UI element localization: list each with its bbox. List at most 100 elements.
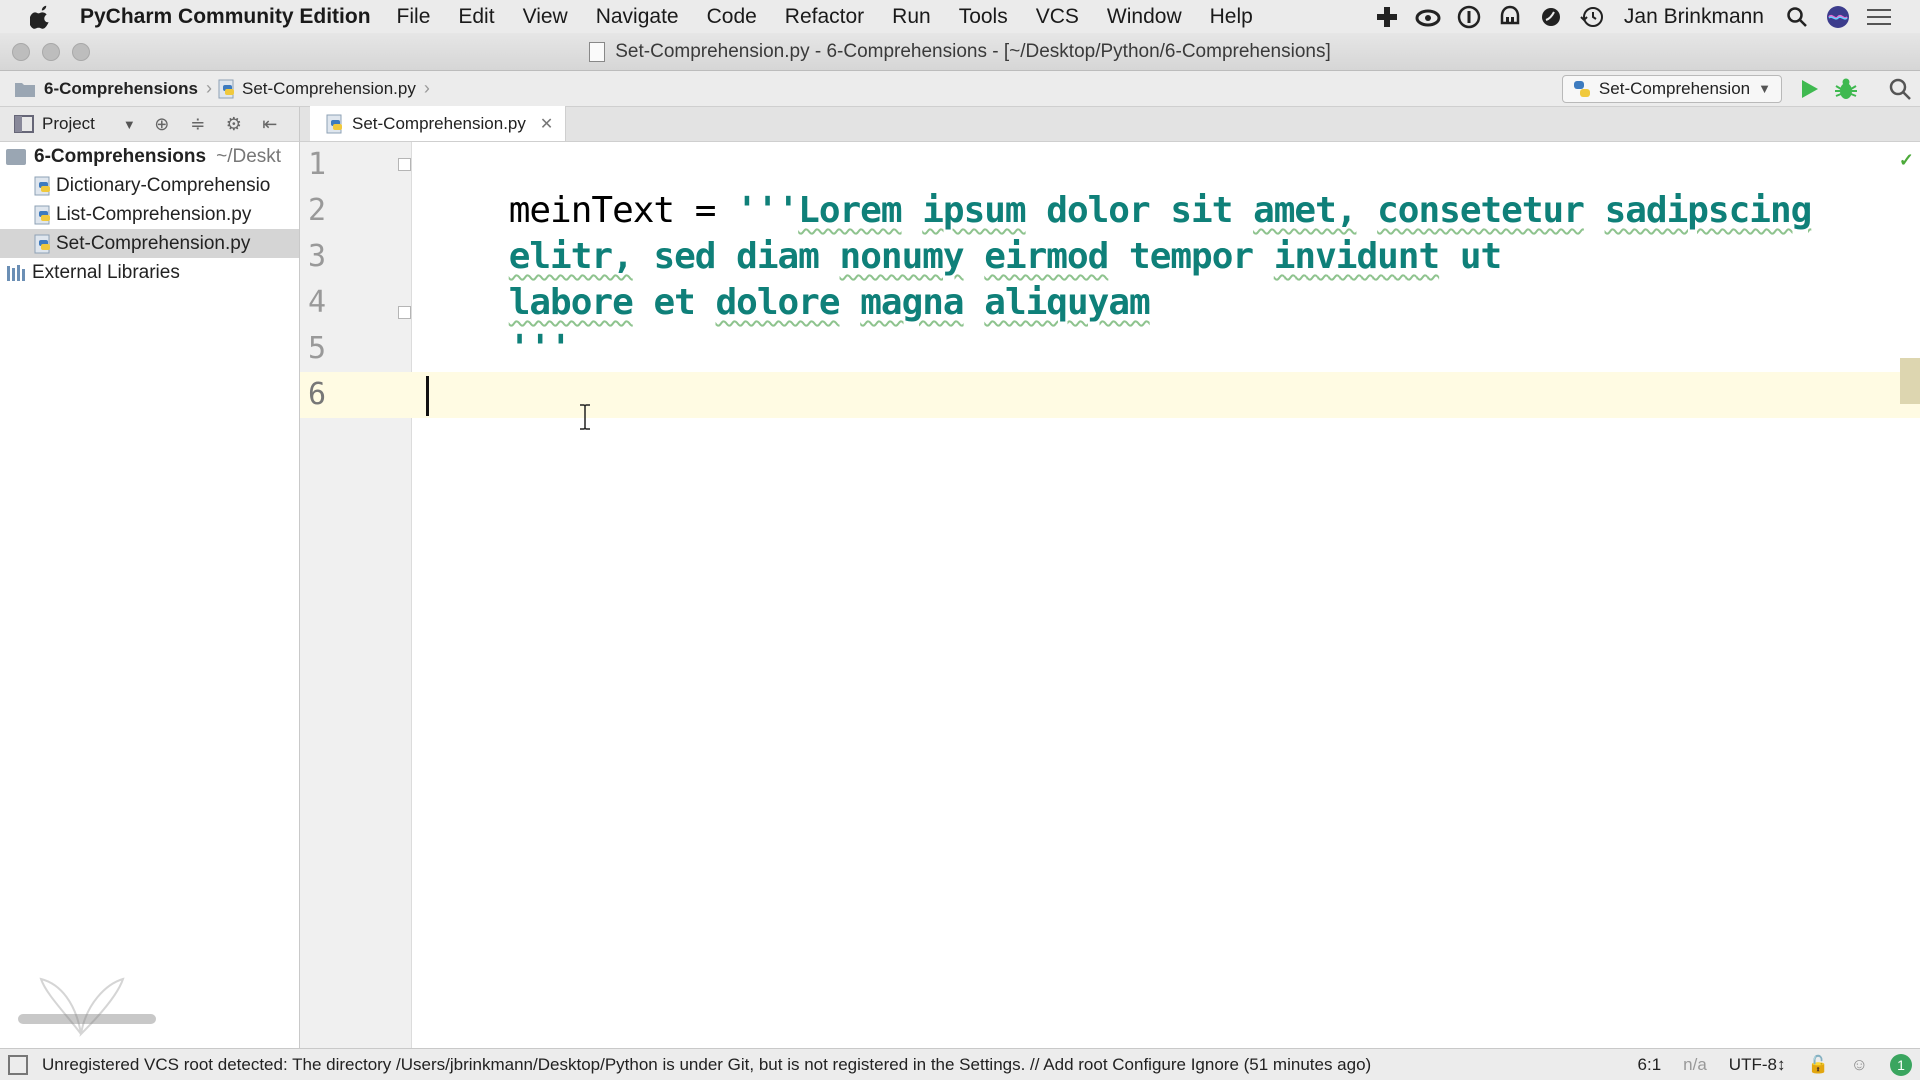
caret-line-highlight	[412, 372, 1920, 418]
python-file-icon	[34, 176, 50, 195]
close-window-button[interactable]	[12, 43, 30, 61]
password-manager-icon[interactable]	[1456, 4, 1482, 30]
settings-gear-icon[interactable]: ⚙	[224, 114, 244, 134]
line-number: 2	[308, 193, 327, 228]
notification-center-icon[interactable]	[1866, 4, 1892, 30]
fold-marker-icon[interactable]	[398, 158, 411, 171]
siri-icon[interactable]	[1825, 4, 1851, 30]
status-bar: Unregistered VCS root detected: The dire…	[0, 1048, 1920, 1080]
line-number: 5	[308, 331, 327, 366]
zoom-window-button[interactable]	[72, 43, 90, 61]
menu-edit[interactable]: Edit	[458, 5, 494, 29]
vpn-icon[interactable]	[1538, 4, 1564, 30]
code-line-3: labore et dolore magna aliquyam	[426, 234, 1151, 323]
breadcrumb: 6-Comprehensions › Set-Comprehension.py …	[14, 78, 436, 99]
line-number-current: 6	[300, 372, 412, 418]
caret-position[interactable]: 6:1	[1638, 1055, 1662, 1075]
menu-refactor[interactable]: Refactor	[785, 5, 864, 29]
python-icon	[1573, 80, 1590, 97]
file-name: List-Comprehension.py	[56, 203, 252, 225]
run-configuration-dropdown[interactable]: Set-Comprehension ▼	[1561, 74, 1782, 103]
editor-gutter: 1 2 3 4 5 6	[300, 142, 412, 1048]
chevron-down-icon: ▼	[1758, 81, 1771, 96]
menu-vcs[interactable]: VCS	[1036, 5, 1079, 29]
tab-set-comprehension[interactable]: Set-Comprehension.py ✕	[310, 106, 567, 141]
locate-file-icon[interactable]: ⊕	[152, 114, 172, 134]
python-file-icon	[34, 205, 50, 224]
window-title-bar: Set-Comprehension.py - 6-Comprehensions …	[0, 33, 1920, 71]
file-name: Dictionary-Comprehensio	[56, 174, 271, 196]
python-file-icon	[218, 79, 234, 98]
folder-icon	[15, 82, 35, 97]
breadcrumb-file[interactable]: Set-Comprehension.py	[242, 79, 416, 99]
event-log-badge[interactable]: 1	[1890, 1053, 1912, 1076]
tree-file-list-comprehension[interactable]: List-Comprehension.py	[0, 200, 299, 229]
status-bar-widgets: 6:1 n/a UTF-8↕ 🔓 ☺ 1	[1638, 1053, 1920, 1076]
python-file-icon	[34, 234, 50, 253]
collapse-all-icon[interactable]: ≑	[188, 114, 208, 134]
apple-icon[interactable]	[30, 5, 52, 29]
code-word: dolore	[715, 282, 840, 323]
chevron-down-icon[interactable]: ▼	[123, 117, 136, 132]
menu-tools[interactable]: Tools	[959, 5, 1008, 29]
close-tab-icon[interactable]: ✕	[540, 114, 553, 134]
menu-code[interactable]: Code	[707, 5, 757, 29]
project-tool-window-header: Project ▼ ⊕ ≑ ⚙ ⇤	[0, 107, 300, 142]
tree-file-dictionary-comprehension[interactable]: Dictionary-Comprehensio	[0, 171, 299, 200]
menu-bar-extras: Jan Brinkmann	[1374, 0, 1920, 33]
line-number: 3	[308, 239, 327, 274]
inspector-icon[interactable]: ☺	[1851, 1055, 1868, 1075]
debug-icon[interactable]	[1834, 77, 1858, 101]
text-cursor	[426, 376, 429, 416]
scrollbar-caret-marker[interactable]	[1900, 358, 1920, 404]
code-word: invidunt	[1273, 236, 1440, 277]
add-icon[interactable]	[1374, 4, 1400, 30]
run-icon[interactable]	[1798, 78, 1820, 100]
menu-run[interactable]: Run	[892, 5, 931, 29]
project-view-selector[interactable]: Project	[42, 114, 95, 134]
search-everywhere-icon[interactable]	[1888, 77, 1912, 101]
creative-cloud-icon[interactable]	[1415, 4, 1441, 30]
editor-tabs: Set-Comprehension.py ✕	[300, 106, 1920, 142]
file-encoding[interactable]: UTF-8↕	[1729, 1055, 1786, 1075]
python-file-icon	[326, 114, 342, 133]
breadcrumb-project[interactable]: 6-Comprehensions	[44, 79, 198, 99]
menu-window[interactable]: Window	[1107, 5, 1182, 29]
line-separator[interactable]: n/a	[1683, 1055, 1707, 1075]
menu-file[interactable]: File	[397, 5, 431, 29]
time-machine-icon[interactable]	[1579, 4, 1605, 30]
chevron-right-icon: ›	[423, 78, 430, 98]
menu-view[interactable]: View	[523, 5, 568, 29]
code-line-4: '''	[426, 280, 572, 369]
app-menu[interactable]: PyCharm Community Edition	[80, 5, 371, 29]
spotlight-search-icon[interactable]	[1784, 4, 1810, 30]
code-word: sadipscing	[1604, 190, 1813, 231]
inspection-ok-icon[interactable]: ✓	[1899, 150, 1914, 171]
current-user[interactable]: Jan Brinkmann	[1624, 5, 1764, 29]
minimize-window-button[interactable]	[42, 43, 60, 61]
project-view-icon	[14, 115, 34, 133]
fold-marker-icon[interactable]	[398, 306, 411, 319]
run-configuration-name: Set-Comprehension	[1598, 78, 1751, 98]
notification-icon[interactable]	[1497, 4, 1523, 30]
document-icon	[589, 41, 606, 62]
hide-panel-icon[interactable]: ⇤	[260, 114, 280, 134]
code-line-2: elitr, sed diam nonumy eirmod tempor inv…	[426, 188, 1502, 277]
line-number: 4	[308, 285, 327, 320]
folder-icon	[6, 148, 26, 165]
tool-windows-toggle-icon[interactable]	[8, 1054, 28, 1075]
external-libraries-label: External Libraries	[32, 261, 180, 283]
ibeam-cursor-icon	[580, 404, 590, 430]
file-name: Set-Comprehension.py	[56, 232, 251, 254]
tree-file-set-comprehension[interactable]: Set-Comprehension.py	[0, 229, 299, 258]
code-editor[interactable]: meinText = '''Lorem ipsum dolor sit amet…	[412, 142, 1920, 1048]
menu-help[interactable]: Help	[1210, 5, 1253, 29]
menu-navigate[interactable]: Navigate	[596, 5, 679, 29]
vcs-notification-message[interactable]: Unregistered VCS root detected: The dire…	[42, 1055, 1371, 1075]
root-folder-path: ~/Deskt	[216, 145, 282, 167]
tree-external-libraries[interactable]: External Libraries	[0, 258, 299, 287]
lock-icon[interactable]: 🔓	[1807, 1055, 1828, 1075]
tab-label: Set-Comprehension.py	[352, 113, 526, 133]
tree-root-folder[interactable]: 6-Comprehensions ~/Deskt	[0, 142, 299, 171]
code-word: ut	[1459, 236, 1502, 277]
